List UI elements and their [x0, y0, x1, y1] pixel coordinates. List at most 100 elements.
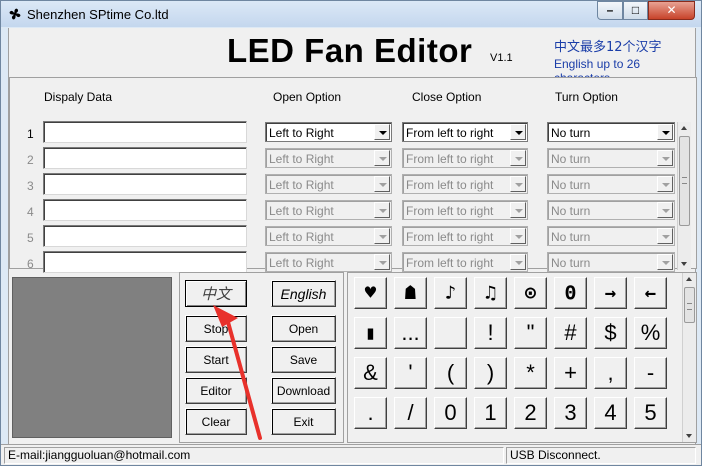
chevron-down-icon[interactable] — [510, 124, 526, 140]
chevron-down-icon[interactable] — [510, 228, 526, 244]
chevron-down-icon[interactable] — [374, 124, 390, 140]
turn-option-select[interactable]: No turn — [547, 148, 675, 168]
symbol-button-left-paren[interactable]: ( — [434, 357, 467, 389]
chevron-down-icon[interactable] — [657, 176, 673, 192]
row-number: 6 — [27, 257, 34, 271]
display-data-input[interactable] — [43, 199, 247, 221]
close-option-select[interactable]: From left to right — [402, 148, 528, 168]
symbol-button-right-paren[interactable]: ) — [474, 357, 507, 389]
display-data-input[interactable] — [43, 147, 247, 169]
chevron-down-icon[interactable] — [374, 228, 390, 244]
close-option-select[interactable]: From left to right — [402, 174, 528, 194]
symbol-button-double-quote[interactable]: " — [514, 317, 547, 349]
editor-button[interactable]: Editor — [185, 377, 247, 404]
symbol-button-digit-3[interactable]: 3 — [554, 397, 587, 429]
symbol-button-digit-4[interactable]: 4 — [594, 397, 627, 429]
chevron-down-icon[interactable] — [374, 176, 390, 192]
symbol-scrollbar[interactable] — [682, 273, 696, 442]
display-data-input[interactable] — [43, 225, 247, 247]
symbol-button-note-icon[interactable]: ♪ — [434, 277, 467, 309]
turn-option-select[interactable]: No turn — [547, 174, 675, 194]
symbol-button-person-icon[interactable]: ☗ — [394, 277, 427, 309]
open-button[interactable]: Open — [271, 315, 336, 342]
close-option-value: From left to right — [406, 256, 494, 270]
chevron-down-icon[interactable] — [657, 124, 673, 140]
chevron-down-icon[interactable] — [657, 254, 673, 270]
symbol-button-period[interactable]: . — [354, 397, 387, 429]
close-button[interactable]: ✕ — [648, 1, 695, 20]
open-option-select[interactable]: Left to Right — [265, 122, 392, 142]
turn-option-select[interactable]: No turn — [547, 252, 675, 272]
symbol-button-exclamation[interactable]: ! — [474, 317, 507, 349]
display-data-input[interactable] — [43, 173, 247, 195]
heart-icon: ♥ — [364, 281, 377, 304]
table-scrollbar[interactable] — [677, 122, 691, 270]
scroll-up-icon[interactable] — [678, 122, 691, 135]
close-option-select[interactable]: From left to right — [402, 122, 528, 142]
symbol-button-heart-icon[interactable]: ♥ — [354, 277, 387, 309]
symbol-button-digit-5[interactable]: 5 — [634, 397, 667, 429]
symbol-button-blank[interactable] — [434, 317, 467, 349]
maximize-button[interactable]: □ — [623, 1, 648, 20]
symbol-button-slash[interactable]: / — [394, 397, 427, 429]
close-option-select[interactable]: From left to right — [402, 252, 528, 272]
symbol-button-minus[interactable]: - — [634, 357, 667, 389]
english-button[interactable]: English — [271, 280, 336, 307]
symbol-button-percent[interactable]: % — [634, 317, 667, 349]
symbol-button-bomb-icon[interactable]: Θ — [554, 277, 587, 309]
scroll-thumb[interactable] — [684, 287, 695, 323]
chinese-button[interactable]: 中文 — [185, 280, 247, 307]
symbol-button-digit-2[interactable]: 2 — [514, 397, 547, 429]
symbol-button-double-note-icon[interactable]: ♫ — [474, 277, 507, 309]
symbol-button-right-arrow-icon[interactable]: → — [594, 277, 627, 309]
chevron-down-icon[interactable] — [510, 202, 526, 218]
symbol-button-block-icon[interactable]: ▮ — [354, 317, 387, 349]
symbol-button-digit-0[interactable]: 0 — [434, 397, 467, 429]
scroll-thumb[interactable] — [679, 136, 690, 226]
turn-option-select[interactable]: No turn — [547, 226, 675, 246]
scroll-up-icon[interactable] — [683, 273, 696, 286]
chevron-down-icon[interactable] — [510, 176, 526, 192]
symbol-button-dollar[interactable]: $ — [594, 317, 627, 349]
open-option-select[interactable]: Left to Right — [265, 252, 392, 272]
clear-button[interactable]: Clear — [185, 408, 247, 435]
open-option-select[interactable]: Left to Right — [265, 226, 392, 246]
symbol-glyph: , — [607, 360, 614, 385]
symbol-button-digit-1[interactable]: 1 — [474, 397, 507, 429]
close-option-select[interactable]: From left to right — [402, 226, 528, 246]
symbol-button-comma[interactable]: , — [594, 357, 627, 389]
turn-option-select[interactable]: No turn — [547, 122, 675, 142]
stop-button[interactable]: Stop — [185, 315, 247, 342]
display-data-input[interactable] — [43, 121, 247, 143]
symbol-button-left-arrow-icon[interactable]: ← — [634, 277, 667, 309]
chevron-down-icon[interactable] — [657, 202, 673, 218]
open-option-select[interactable]: Left to Right — [265, 148, 392, 168]
title-bar[interactable]: Shenzhen SPtime Co.ltd – □ ✕ — [1, 1, 701, 27]
chevron-down-icon[interactable] — [657, 228, 673, 244]
chevron-down-icon[interactable] — [510, 254, 526, 270]
display-data-input[interactable] — [43, 251, 247, 273]
symbol-button-asterisk[interactable]: * — [514, 357, 547, 389]
symbol-button-apostrophe[interactable]: ' — [394, 357, 427, 389]
turn-option-select[interactable]: No turn — [547, 200, 675, 220]
open-option-select[interactable]: Left to Right — [265, 200, 392, 220]
chevron-down-icon[interactable] — [374, 254, 390, 270]
close-option-select[interactable]: From left to right — [402, 200, 528, 220]
exit-button[interactable]: Exit — [271, 408, 336, 435]
symbol-button-plus[interactable]: + — [554, 357, 587, 389]
chevron-down-icon[interactable] — [374, 150, 390, 166]
open-option-select[interactable]: Left to Right — [265, 174, 392, 194]
start-button[interactable]: Start — [185, 346, 247, 373]
chevron-down-icon[interactable] — [510, 150, 526, 166]
symbol-button-ampersand[interactable]: & — [354, 357, 387, 389]
chevron-down-icon[interactable] — [374, 202, 390, 218]
scroll-down-icon[interactable] — [678, 257, 691, 270]
chevron-down-icon[interactable] — [657, 150, 673, 166]
scroll-down-icon[interactable] — [683, 429, 696, 442]
save-button[interactable]: Save — [271, 346, 336, 373]
symbol-button-hash[interactable]: # — [554, 317, 587, 349]
symbol-button-target-icon[interactable]: ⊙ — [514, 277, 547, 309]
minimize-button[interactable]: – — [597, 1, 623, 20]
download-button[interactable]: Download — [271, 377, 336, 404]
symbol-button-ellipsis[interactable]: ... — [394, 317, 427, 349]
